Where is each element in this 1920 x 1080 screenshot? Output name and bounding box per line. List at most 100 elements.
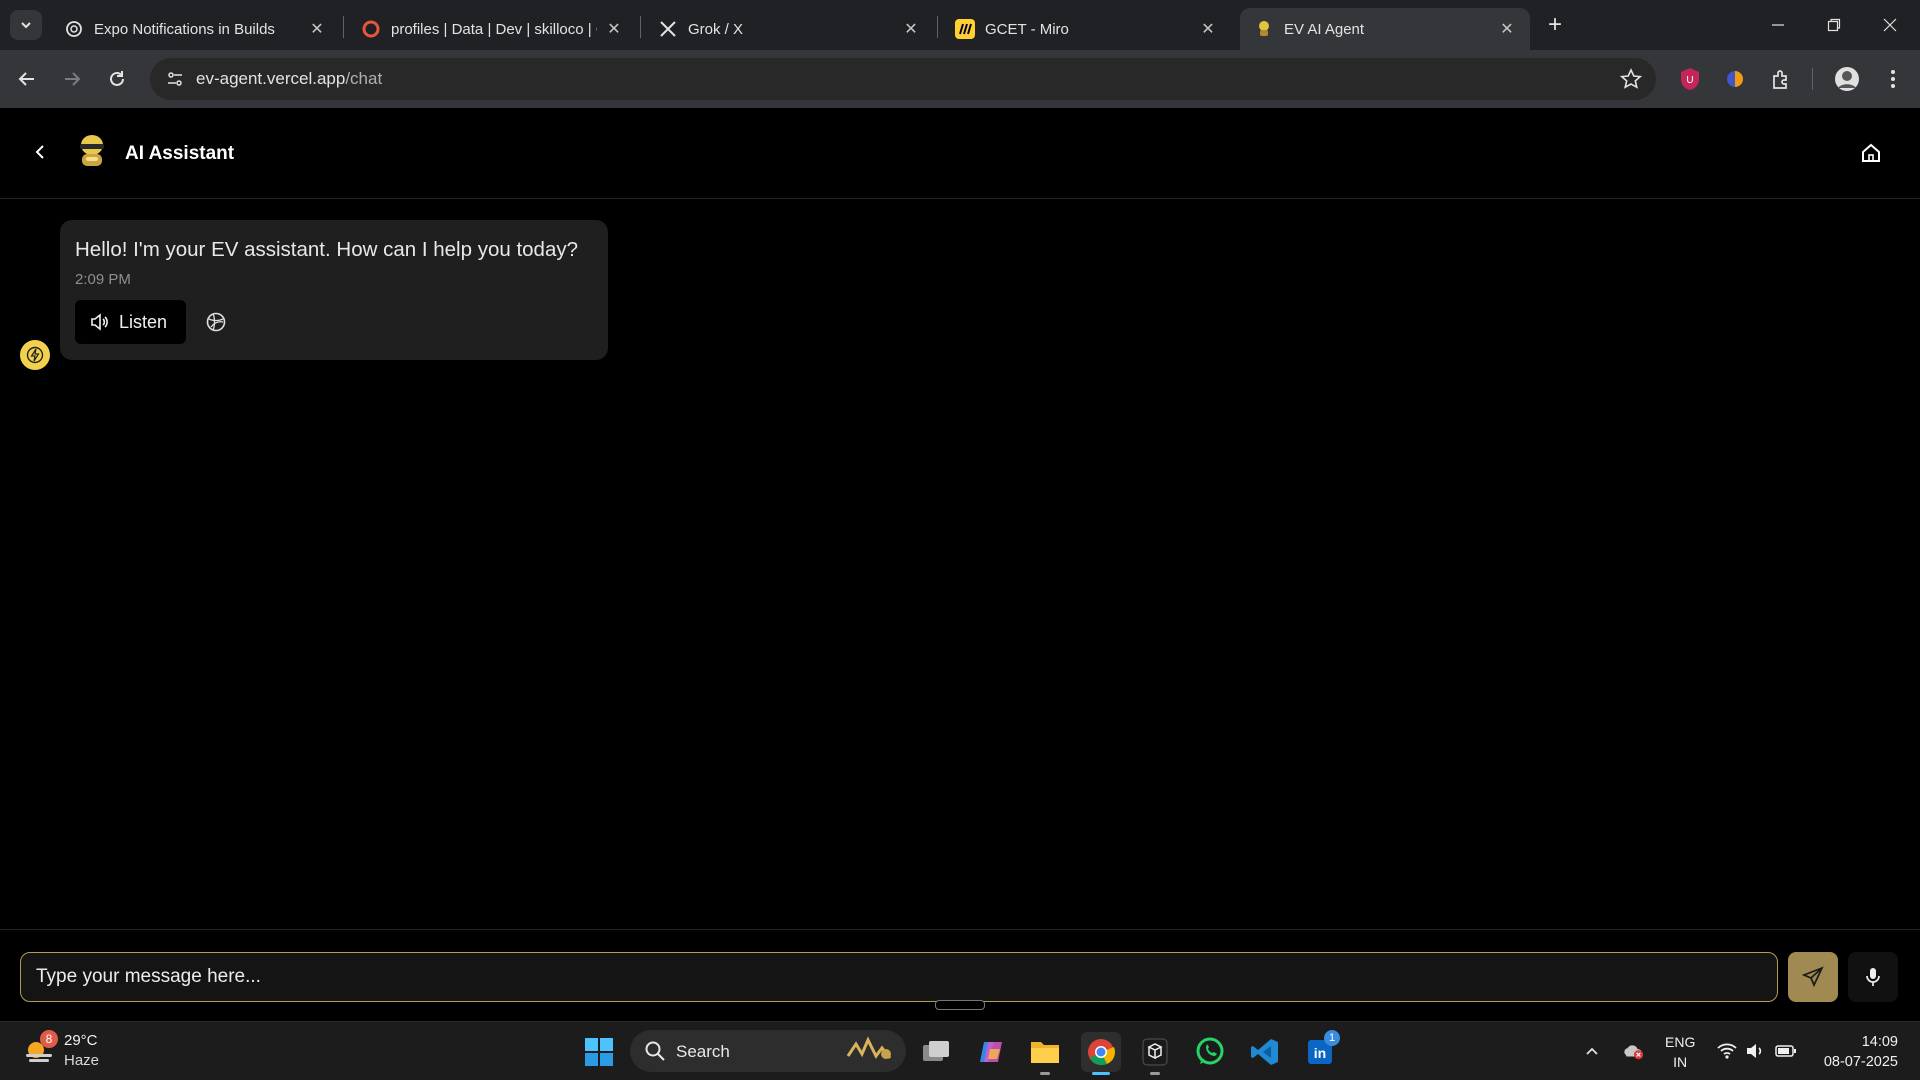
search-icon <box>645 1041 665 1061</box>
message-input[interactable] <box>20 952 1778 1002</box>
close-icon[interactable]: ✕ <box>1199 20 1217 38</box>
windows-logo-icon <box>585 1038 613 1066</box>
restore-button[interactable] <box>1806 0 1862 50</box>
search-highlight-icon <box>846 1036 892 1059</box>
whatsapp-button[interactable] <box>1190 1032 1230 1072</box>
tab-ev-ai-agent[interactable]: EV AI Agent ✕ <box>1240 8 1530 50</box>
chrome-button[interactable] <box>1081 1032 1121 1075</box>
wifi-icon[interactable] <box>1716 1040 1738 1062</box>
forward-button[interactable] <box>55 62 89 96</box>
active-indicator <box>1092 1072 1110 1075</box>
tab-separator <box>343 16 344 38</box>
arrow-right-icon <box>65 72 81 86</box>
close-icon[interactable]: ✕ <box>308 20 326 38</box>
voice-input-button[interactable] <box>1848 952 1898 1002</box>
weather-badge: 8 <box>40 1030 58 1048</box>
bot-avatar <box>20 340 50 370</box>
url-path: /chat <box>345 69 383 88</box>
weather-temperature: 29°C <box>64 1032 98 1049</box>
onedrive-status-icon[interactable] <box>1622 1040 1644 1062</box>
openai-icon <box>64 19 84 39</box>
browser-toolbar: ev-agent.vercel.app/chat U <box>0 50 1920 108</box>
supabase-icon <box>361 19 381 39</box>
vscode-button[interactable] <box>1245 1032 1285 1072</box>
back-button[interactable] <box>28 140 52 164</box>
battery-icon[interactable] <box>1775 1040 1797 1062</box>
system-clock[interactable]: 14:09 08-07-2025 <box>1818 1032 1898 1072</box>
clock-time: 14:09 <box>1861 1034 1898 1050</box>
restore-icon <box>1827 18 1841 32</box>
close-window-button[interactable] <box>1862 0 1918 50</box>
language-code: ENG <box>1665 1034 1696 1050</box>
tab-grok[interactable]: Grok / X ✕ <box>644 8 934 50</box>
box-app-icon <box>1142 1038 1168 1066</box>
message-composer <box>0 929 1920 1021</box>
extension-orb-icon[interactable] <box>1722 66 1748 92</box>
notification-badge: 1 <box>1324 1030 1340 1046</box>
chevron-down-icon <box>21 22 31 29</box>
home-icon <box>1862 143 1880 162</box>
copilot-icon <box>980 1042 1002 1062</box>
bookmark-star-icon[interactable] <box>1619 68 1643 95</box>
show-hidden-icons-button[interactable] <box>1581 1040 1603 1062</box>
svg-text:in: in <box>1314 1045 1326 1061</box>
tab-title: profiles | Data | Dev | skilloco | C <box>391 20 597 38</box>
tab-title: EV AI Agent <box>1284 20 1365 38</box>
speaker-icon <box>91 313 108 331</box>
minimize-icon <box>1772 24 1784 26</box>
close-icon[interactable]: ✕ <box>902 20 920 38</box>
home-button[interactable] <box>1860 142 1884 166</box>
reload-button[interactable] <box>100 62 134 96</box>
page-title: AI Assistant <box>125 143 235 164</box>
volume-icon[interactable] <box>1744 1040 1766 1062</box>
clock-date: 08-07-2025 <box>1823 1054 1898 1070</box>
toolbar-separator <box>1812 68 1813 90</box>
address-bar[interactable]: ev-agent.vercel.app/chat <box>150 58 1656 100</box>
message-timestamp: 2:09 PM <box>75 271 131 288</box>
tab-expo-notifications[interactable]: Expo Notifications in Builds ✕ <box>50 8 340 50</box>
back-button[interactable] <box>10 62 44 96</box>
extensions-puzzle-icon[interactable] <box>1768 66 1794 92</box>
close-icon <box>1883 18 1897 32</box>
chat-messages: Hello! I'm your EV assistant. How can I … <box>0 199 1920 929</box>
ublock-extension-icon[interactable]: U <box>1677 66 1703 92</box>
linkedin-button[interactable]: in 1 <box>1300 1030 1340 1072</box>
folder-icon <box>1031 1042 1059 1063</box>
url-text: ev-agent.vercel.app/chat <box>196 69 382 89</box>
taskbar-search[interactable]: Search <box>630 1030 906 1072</box>
chrome-icon <box>1088 1039 1115 1066</box>
new-tab-button[interactable]: + <box>1540 10 1570 40</box>
start-button[interactable] <box>579 1032 619 1072</box>
copilot-button[interactable] <box>971 1032 1011 1072</box>
site-info-icon[interactable] <box>162 66 188 92</box>
browser-menu-icon[interactable] <box>1880 66 1906 92</box>
tab-miro[interactable]: GCET - Miro ✕ <box>941 8 1231 50</box>
browser-tab-bar: Expo Notifications in Builds ✕ profiles … <box>0 0 1920 50</box>
minimize-button[interactable] <box>1750 0 1806 50</box>
app-launcher-button[interactable] <box>1135 1032 1175 1075</box>
language-indicator[interactable]: ENG IN <box>1665 1032 1695 1072</box>
task-view-icon <box>923 1041 949 1061</box>
close-icon[interactable]: ✕ <box>605 20 623 38</box>
svg-text:U: U <box>1686 75 1693 86</box>
task-view-button[interactable] <box>916 1032 956 1072</box>
send-button[interactable] <box>1788 952 1838 1002</box>
translate-button[interactable] <box>205 311 227 333</box>
file-explorer-button[interactable] <box>1025 1032 1065 1075</box>
close-icon[interactable]: ✕ <box>1498 20 1516 38</box>
microphone-icon <box>1866 968 1880 986</box>
windows-taskbar: 8 29°C Haze Search in 1 ENG IN 14:09 08-… <box>0 1021 1920 1080</box>
weather-condition: Haze <box>64 1052 100 1069</box>
arrow-left-icon <box>18 72 34 86</box>
listen-button[interactable]: Listen <box>75 300 186 344</box>
resize-handle[interactable] <box>935 1000 985 1010</box>
assistant-logo <box>76 134 108 170</box>
profile-avatar[interactable] <box>1834 66 1860 92</box>
app-header: AI Assistant <box>0 108 1920 199</box>
search-label: Search <box>676 1042 730 1061</box>
tab-profiles[interactable]: profiles | Data | Dev | skilloco | C ✕ <box>347 8 637 50</box>
lightning-icon <box>26 346 44 364</box>
running-indicator <box>1150 1072 1160 1075</box>
listen-label: Listen <box>119 311 168 332</box>
tab-search-button[interactable] <box>10 10 42 40</box>
